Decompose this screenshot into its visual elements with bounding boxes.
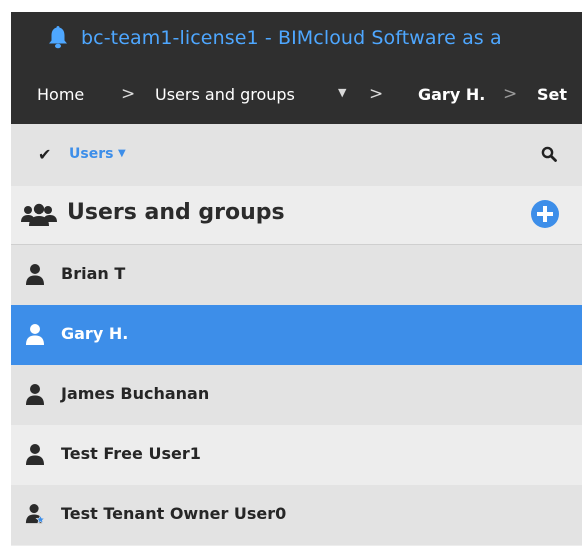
chevron-down-icon[interactable]: ▼ bbox=[118, 148, 126, 159]
user-icon bbox=[26, 444, 44, 465]
window-title: bc-team1-license1 - BIMcloud Software as… bbox=[81, 27, 502, 49]
list-item[interactable]: Test Free User1 bbox=[11, 425, 582, 485]
user-icon bbox=[26, 384, 44, 405]
list-item[interactable]: James Buchanan bbox=[11, 365, 582, 425]
user-name: Test Tenant Owner User0 bbox=[61, 504, 287, 523]
breadcrumb: Home > Users and groups ▼ > Gary H. > Se… bbox=[11, 66, 582, 124]
breadcrumb-separator: > bbox=[503, 84, 518, 104]
user-name: Gary H. bbox=[61, 324, 129, 343]
section-title: Users and groups bbox=[67, 200, 285, 225]
app-frame: bc-team1-license1 - BIMcloud Software as… bbox=[11, 12, 582, 546]
breadcrumb-home[interactable]: Home bbox=[37, 85, 84, 104]
breadcrumb-separator: > bbox=[121, 84, 136, 104]
breadcrumb-current-user[interactable]: Gary H. bbox=[418, 85, 485, 104]
list-item[interactable]: Test Tenant Owner User0 bbox=[11, 485, 582, 545]
search-icon[interactable] bbox=[541, 146, 557, 162]
filter-bar: ✔ Users ▼ bbox=[11, 124, 582, 186]
user-name: James Buchanan bbox=[61, 384, 210, 403]
section-header: Users and groups bbox=[11, 186, 582, 245]
breadcrumb-separator: > bbox=[369, 84, 384, 104]
checkmark-icon: ✔ bbox=[38, 145, 52, 164]
user-owner-icon bbox=[25, 504, 45, 524]
breadcrumb-settings[interactable]: Set bbox=[537, 85, 567, 104]
user-icon bbox=[26, 324, 44, 345]
user-name: Test Free User1 bbox=[61, 444, 201, 463]
users-group-icon bbox=[21, 203, 57, 226]
title-bar: bc-team1-license1 - BIMcloud Software as… bbox=[11, 12, 582, 66]
user-icon bbox=[26, 264, 44, 285]
breadcrumb-users-and-groups[interactable]: Users and groups bbox=[155, 85, 295, 104]
list-item[interactable]: Gary H. bbox=[11, 305, 582, 365]
plus-circle-icon[interactable] bbox=[531, 200, 559, 228]
list-item[interactable]: Brian T bbox=[11, 245, 582, 305]
chevron-down-icon[interactable]: ▼ bbox=[338, 86, 346, 99]
filter-dropdown[interactable]: Users bbox=[69, 146, 113, 162]
bell-icon[interactable] bbox=[48, 25, 68, 49]
user-name: Brian T bbox=[61, 264, 126, 283]
